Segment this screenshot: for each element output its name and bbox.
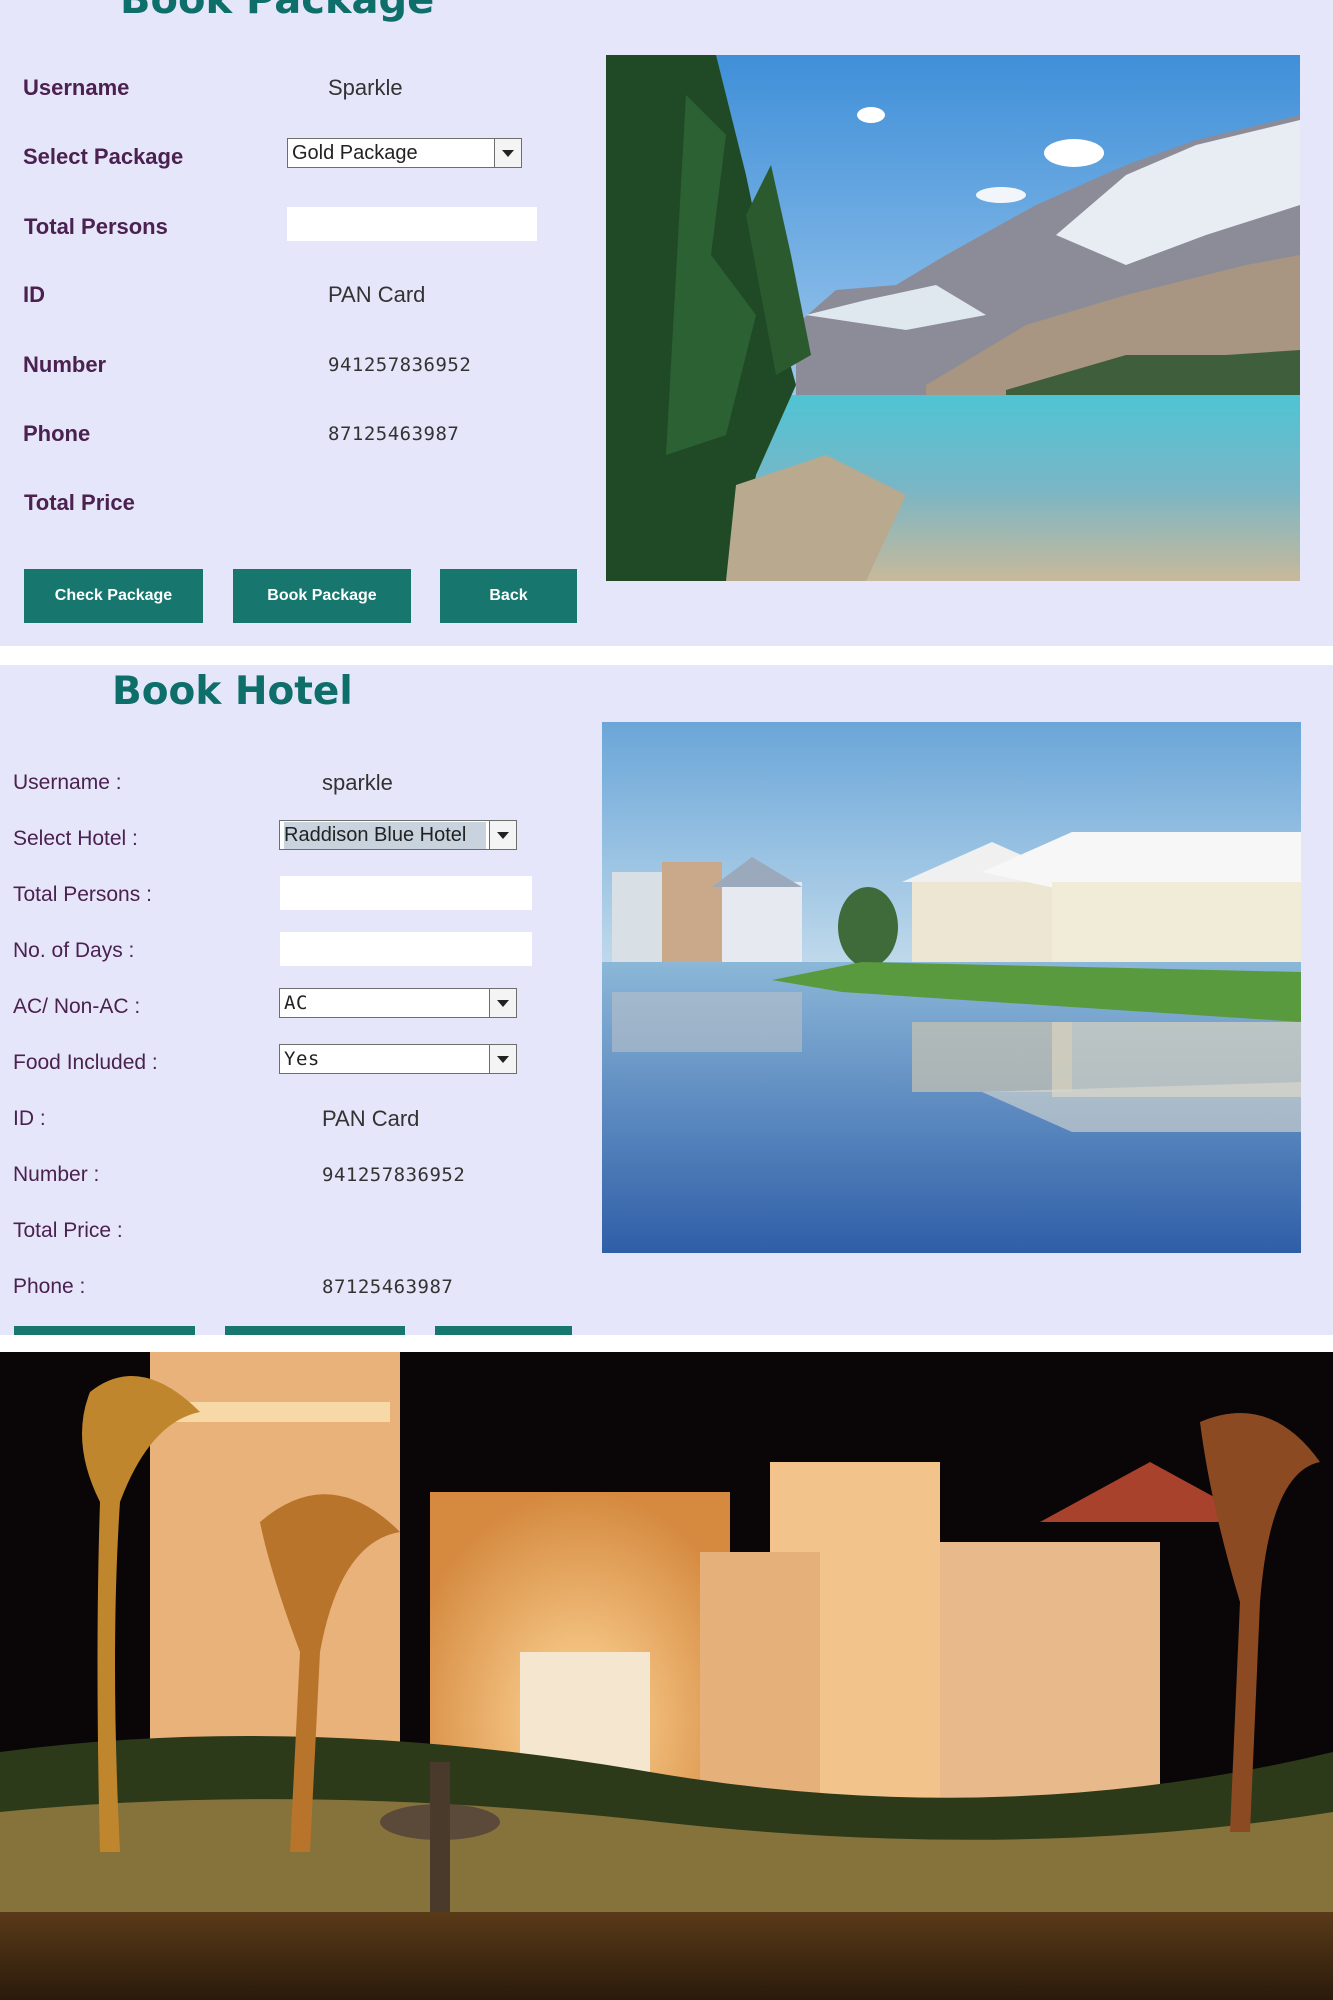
package-select[interactable]: Gold Package (287, 138, 522, 168)
hotel-select[interactable]: Raddison Blue Hotel (279, 820, 517, 850)
book-package-button[interactable]: Book Package (233, 569, 411, 623)
page-title: Book Package (120, 0, 435, 23)
illuminated-hotel-image (0, 1352, 1333, 2000)
hotel-number-label: Number : (13, 1163, 100, 1186)
hotel-number-value: 941257836952 (322, 1164, 466, 1186)
phone-value: 87125463987 (328, 423, 460, 445)
check-package-button[interactable]: Check Package (24, 569, 203, 623)
chevron-down-icon[interactable] (489, 989, 516, 1017)
id-label: ID (23, 282, 45, 307)
book-hotel-panel: Book Hotel Username : sparkle Select Hot… (0, 665, 1333, 1335)
hotel-action-button[interactable] (435, 1326, 572, 1335)
hotel-phone-value: 87125463987 (322, 1276, 454, 1298)
hotel-select-value: Raddison Blue Hotel (284, 822, 486, 849)
hotel-username-label: Username : (13, 771, 122, 794)
hotel-total-persons-label: Total Persons : (13, 883, 152, 906)
food-label: Food Included : (13, 1051, 158, 1074)
days-label: No. of Days : (13, 939, 135, 962)
chevron-down-icon[interactable] (489, 1045, 516, 1073)
package-select-value: Gold Package (292, 142, 418, 164)
username-value: Sparkle (328, 75, 403, 100)
number-label: Number (23, 352, 107, 377)
phone-label: Phone (23, 421, 91, 446)
ac-select[interactable]: AC (279, 988, 517, 1018)
hotel-phone-label: Phone : (13, 1275, 86, 1298)
id-value: PAN Card (328, 282, 426, 307)
hotel-username-value: sparkle (322, 770, 393, 795)
total-price-label: Total Price (24, 490, 135, 515)
number-value: 941257836952 (328, 354, 472, 376)
mountain-lake-image (606, 55, 1300, 581)
food-select[interactable]: Yes (279, 1044, 517, 1074)
total-persons-label: Total Persons (24, 214, 168, 239)
hotel-id-label: ID : (13, 1107, 46, 1130)
back-button[interactable]: Back (440, 569, 577, 623)
lakeside-villas-image (602, 722, 1301, 1253)
select-package-label: Select Package (23, 144, 184, 169)
total-persons-input[interactable] (287, 207, 537, 241)
hotel-total-price-label: Total Price : (13, 1219, 123, 1242)
username-label: Username (23, 75, 130, 100)
chevron-down-icon[interactable] (489, 821, 516, 849)
chevron-down-icon[interactable] (494, 139, 521, 167)
ac-select-value: AC (284, 992, 308, 1014)
book-package-panel: Book Package Username Sparkle Select Pac… (0, 0, 1333, 646)
hotel-action-button[interactable] (14, 1326, 195, 1335)
hotel-total-persons-input[interactable] (280, 876, 532, 910)
hotel-page-title: Book Hotel (112, 669, 353, 714)
ac-label: AC/ Non-AC : (13, 995, 141, 1018)
hotel-action-button[interactable] (225, 1326, 405, 1335)
hotel-id-value: PAN Card (322, 1106, 420, 1131)
days-input[interactable] (280, 932, 532, 966)
food-select-value: Yes (284, 1048, 320, 1070)
select-hotel-label: Select Hotel : (13, 827, 138, 850)
